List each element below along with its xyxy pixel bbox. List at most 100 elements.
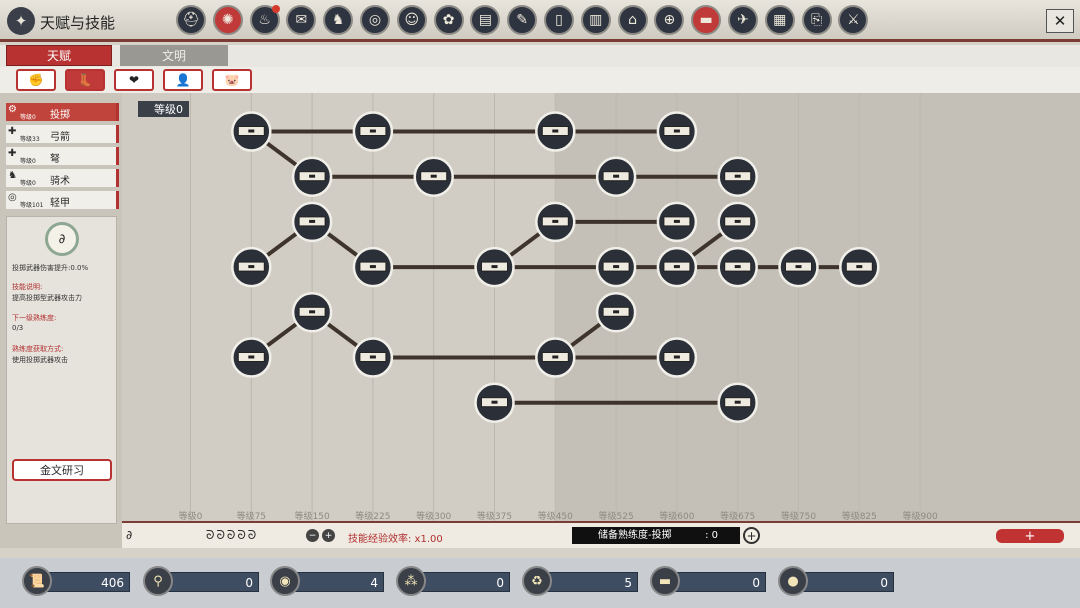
skill-node[interactable] [535,201,576,243]
category-tab-4[interactable]: 🐷 [212,69,252,91]
add-button[interactable]: + [996,529,1064,544]
skill-node-mark [673,265,680,269]
sword-icon[interactable]: ⚔ [838,5,869,35]
stock-value: : 0 [705,530,718,541]
map-icon[interactable]: ⎘ [801,5,832,35]
level-tag: 等级0 [138,101,189,117]
rooster-icon[interactable]: ♨ [249,5,280,35]
category-tab-3[interactable]: 👤 [163,69,203,91]
tab-talent[interactable]: 天赋 [6,45,112,66]
skill-item[interactable]: ✚ 等级33 弓箭 [6,125,119,143]
skill-node[interactable] [656,337,698,378]
category-tab-2[interactable]: ❤ [114,69,154,91]
tome-icon[interactable]: ▬ [691,5,722,35]
skill-node-mark [673,129,680,133]
axis-label: 等级225 [355,510,390,521]
decrease-button[interactable]: − [306,529,319,542]
horse-icon[interactable]: ♞ [323,5,354,35]
skill-node[interactable] [413,156,454,197]
skill-node[interactable] [717,201,758,243]
helmet-icon[interactable]: ⛑ [176,5,206,35]
skill-node[interactable] [595,156,637,197]
skill-node[interactable] [595,246,637,288]
tab-civilization[interactable]: 文明 [120,45,228,66]
axis-label: 等级150 [295,510,330,521]
skill-node[interactable] [717,246,758,288]
axis-label: 等级825 [842,510,877,521]
throw-skill-icon: ∂ [45,222,79,256]
pillar-icon: ⚲ [143,566,173,596]
stock-proficiency-box: 储备熟练度-投掷 : 0 [572,527,740,544]
skill-node-mark [734,265,741,269]
skill-node[interactable] [717,156,758,197]
skills-icon[interactable]: ✺ [212,5,243,35]
phoenix-icon[interactable]: ✿ [433,5,464,35]
skill-node-mark [856,265,863,269]
resource-item: 0 ⚲ [143,566,259,596]
skill-sidebar: ⚙ 等级0 投掷 ✚ 等级33 弓箭 ✚ 等级0 弩 ♞ 等级0 骑术 ◎ 等级101 轻甲 ∂ 投掷武器伤… [0,93,122,548]
skill-name: 弩 [50,154,60,165]
resource-item: 0 ▬ [650,566,766,596]
resource-bar: 406 📜 0 ⚲ 4 ◉ 0 ⁂ 5 ♻ 0 ▬ 0 ● [0,558,1080,608]
skill-node[interactable] [595,292,637,333]
skill-node[interactable] [474,382,515,423]
add-stock-button[interactable]: + [743,527,760,544]
skill-node-mark [309,219,316,223]
category-tab-0[interactable]: ✊ [16,69,56,91]
skill-node[interactable] [535,111,576,152]
seal-icon[interactable]: ⊕ [654,5,685,35]
skill-node[interactable] [474,246,515,288]
skill-node[interactable] [352,337,394,378]
book-icon[interactable]: ▤ [470,5,501,35]
skill-node[interactable] [291,201,333,243]
skill-node[interactable] [656,111,698,152]
bird-icon[interactable]: ✈ [727,5,758,35]
increase-button[interactable]: + [322,529,335,542]
skill-node[interactable] [291,292,333,333]
skill-node[interactable] [839,246,880,288]
skill-item[interactable]: ♞ 等级0 骑术 [6,169,119,187]
skill-node[interactable] [231,111,272,152]
method-label: 熟练度获取方式: [12,345,64,353]
buildings-icon[interactable]: ▥ [580,5,611,35]
skill-item[interactable]: ✚ 等级0 弩 [6,147,119,165]
close-button[interactable]: ✕ [1046,9,1074,33]
stock-label: 储备熟练度-投掷 [598,530,672,541]
temple-icon[interactable]: ⌂ [617,5,648,35]
skill-name: 轻甲 [50,198,70,209]
exp-rate-text: 技能经验效率: x1.00 [348,534,443,545]
skill-node[interactable] [231,246,272,288]
notification-dot [271,5,280,13]
category-tab-1[interactable]: 👢 [65,69,105,91]
axis-label: 等级900 [903,510,938,521]
skill-item[interactable]: ◎ 等级101 轻甲 [6,191,119,209]
skill-node[interactable] [291,156,333,197]
skill-node[interactable] [656,246,698,288]
skill-node[interactable] [352,111,394,152]
skill-node[interactable] [535,337,576,378]
skill-node-mark [248,129,255,133]
skill-icon: ✚ [8,126,17,137]
skill-node[interactable] [656,201,698,243]
skill-node[interactable] [778,246,819,288]
compass-icon[interactable]: ◎ [359,5,390,35]
axis-label: 等级0 [179,510,203,521]
scroll-icon[interactable]: ✎ [507,5,538,35]
document-icon[interactable]: ✉ [286,5,317,35]
tablet-icon[interactable]: ▯ [543,5,574,35]
tree-left-band [122,93,190,521]
skill-node-mark [309,310,316,314]
research-button[interactable]: 金文研习 [12,459,112,481]
resource-value: 0 [416,572,510,592]
skill-node[interactable] [352,246,394,288]
skill-node-mark [491,400,498,404]
skill-node[interactable] [231,337,272,378]
resource-item: 4 ◉ [270,566,384,596]
gate-icon[interactable]: ▦ [764,5,795,35]
page-title: 天赋与技能 [40,14,116,32]
skill-node[interactable] [717,382,758,423]
resource-item: 5 ♻ [522,566,638,596]
skill-item[interactable]: ⚙ 等级0 投掷 [6,103,119,121]
skill-tree-icon: ✦ [7,7,35,35]
face-icon[interactable]: ☺ [396,5,427,35]
